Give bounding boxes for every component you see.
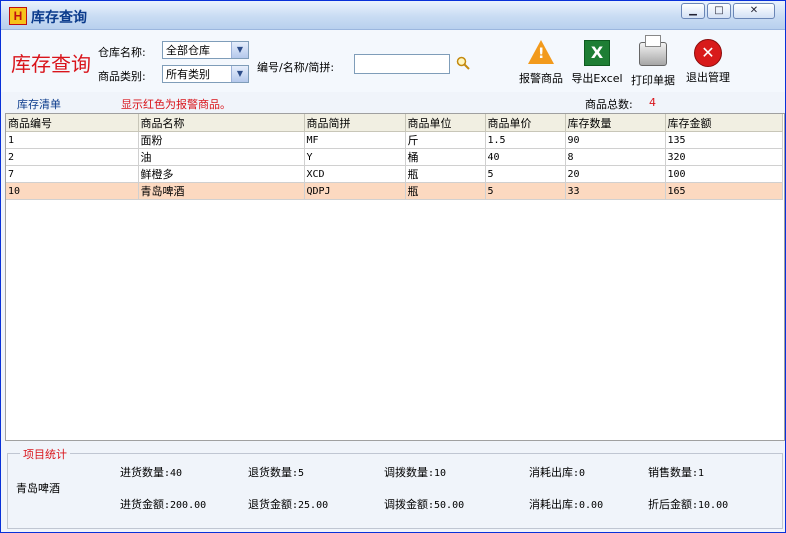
search-icon[interactable]: [456, 56, 470, 70]
table-row-selected[interactable]: 10 青岛啤酒 QDPJ 瓶 5 33 165: [6, 182, 783, 200]
alarm-goods-label: 报警商品: [519, 72, 563, 85]
warehouse-label: 仓库名称:: [98, 46, 146, 59]
list-header-bar: 库存清单 显示红色为报警商品。 商品总数: 4: [1, 94, 785, 112]
table-cell: 面粉: [138, 131, 305, 149]
warning-icon: !: [528, 40, 554, 64]
category-label: 商品类别:: [98, 70, 146, 83]
window-title: 库存查询: [31, 10, 87, 26]
table-cell: 油: [138, 148, 305, 166]
table-cell: 8: [565, 148, 666, 166]
exit-icon: ✕: [694, 39, 722, 67]
table-cell: 40: [485, 148, 566, 166]
stat-purchase-amount: 进货金额:200.00: [120, 498, 207, 511]
table-cell: 桶: [405, 148, 486, 166]
column-header[interactable]: 库存金额: [665, 114, 783, 132]
item-statistics-panel: 项目统计 青岛啤酒 进货数量:40 退货数量:5 调拨数量:10 消耗出库:0 …: [7, 446, 783, 529]
list-title: 库存清单: [17, 98, 61, 111]
column-header[interactable]: 库存数量: [565, 114, 666, 132]
table-cell: 135: [665, 131, 783, 149]
export-excel-button[interactable]: X 导出Excel: [569, 38, 625, 86]
table-cell: 5: [485, 165, 566, 183]
table-cell: 90: [565, 131, 666, 149]
stat-consume-amount: 消耗出库:0.00: [529, 498, 604, 511]
maximize-button[interactable]: □: [707, 3, 731, 19]
table-cell: 320: [665, 148, 783, 166]
minimize-button[interactable]: ▁: [681, 3, 705, 19]
table-cell: 1.5: [485, 131, 566, 149]
page-title: 库存查询: [11, 52, 91, 76]
chevron-down-icon[interactable]: ▼: [231, 66, 248, 82]
stat-item-name: 青岛啤酒: [16, 482, 60, 495]
table-cell: 1: [6, 131, 139, 149]
column-header[interactable]: 商品编号: [6, 114, 139, 132]
table-cell: 5: [485, 182, 566, 200]
chevron-down-icon[interactable]: ▼: [231, 42, 248, 58]
column-header[interactable]: 商品单价: [485, 114, 566, 132]
warehouse-select-value: 全部仓库: [166, 44, 210, 57]
stat-return-amount: 退货金额:25.00: [248, 498, 329, 511]
table-cell: 33: [565, 182, 666, 200]
stat-return-qty: 退货数量:5: [248, 466, 305, 479]
toolbar: 库存查询 仓库名称: 全部仓库 ▼ 商品类别: 所有类别 ▼ 编号/名称/简拼:…: [1, 30, 785, 92]
stat-discount-amount: 折后金额:10.00: [648, 498, 729, 511]
inventory-table[interactable]: 商品编号 商品名称 商品简拼 商品单位 商品单价 库存数量 库存金额 1 面粉 …: [5, 113, 785, 441]
stat-sales-qty: 销售数量:1: [648, 466, 705, 479]
stat-consume-qty: 消耗出库:0: [529, 466, 586, 479]
column-header[interactable]: 商品单位: [405, 114, 486, 132]
printer-icon: [639, 35, 667, 66]
exit-label: 退出管理: [686, 71, 730, 84]
table-cell: 斤: [405, 131, 486, 149]
exit-button[interactable]: ✕ 退出管理: [682, 38, 734, 85]
column-header[interactable]: 商品简拼: [304, 114, 406, 132]
column-header[interactable]: 商品名称: [138, 114, 305, 132]
table-cell: 20: [565, 165, 666, 183]
table-cell: QDPJ: [304, 182, 406, 200]
app-logo-icon: H: [9, 7, 27, 25]
close-window-button[interactable]: ✕: [733, 3, 775, 19]
count-value: 4: [649, 96, 656, 109]
table-cell: 鲜橙多: [138, 165, 305, 183]
category-select[interactable]: 所有类别 ▼: [162, 65, 249, 83]
table-cell: 瓶: [405, 182, 486, 200]
table-row[interactable]: 7 鲜橙多 XCD 瓶 5 20 100: [6, 165, 783, 183]
alarm-note: 显示红色为报警商品。: [121, 98, 231, 111]
excel-icon: X: [584, 40, 610, 66]
print-label: 打印单据: [631, 74, 675, 87]
count-label: 商品总数:: [585, 98, 633, 111]
table-cell: XCD: [304, 165, 406, 183]
stat-transfer-amount: 调拨金额:50.00: [384, 498, 465, 511]
table-cell: 165: [665, 182, 783, 200]
search-label: 编号/名称/简拼:: [257, 61, 335, 74]
print-button[interactable]: 打印单据: [627, 35, 679, 88]
stat-transfer-qty: 调拨数量:10: [384, 466, 447, 479]
category-select-value: 所有类别: [166, 68, 210, 81]
table-cell: 10: [6, 182, 139, 200]
alarm-goods-button[interactable]: ! 报警商品: [515, 38, 567, 86]
search-input[interactable]: [354, 54, 450, 74]
title-bar[interactable]: H 库存查询 ▁ □ ✕: [1, 1, 785, 30]
export-excel-label: 导出Excel: [571, 72, 623, 85]
table-header-row: 商品编号 商品名称 商品简拼 商品单位 商品单价 库存数量 库存金额: [6, 114, 783, 132]
table-row[interactable]: 1 面粉 MF 斤 1.5 90 135: [6, 131, 783, 149]
table-cell: 100: [665, 165, 783, 183]
table-row[interactable]: 2 油 Y 桶 40 8 320: [6, 148, 783, 166]
statistics-legend: 项目统计: [20, 446, 70, 462]
table-cell: 青岛啤酒: [138, 182, 305, 200]
table-cell: 7: [6, 165, 139, 183]
table-cell: 2: [6, 148, 139, 166]
main-window: H 库存查询 ▁ □ ✕ 库存查询 仓库名称: 全部仓库 ▼ 商品类别: 所有类…: [0, 0, 786, 533]
table-cell: 瓶: [405, 165, 486, 183]
table-cell: MF: [304, 131, 406, 149]
table-cell: Y: [304, 148, 406, 166]
warehouse-select[interactable]: 全部仓库 ▼: [162, 41, 249, 59]
stat-purchase-qty: 进货数量:40: [120, 466, 183, 479]
